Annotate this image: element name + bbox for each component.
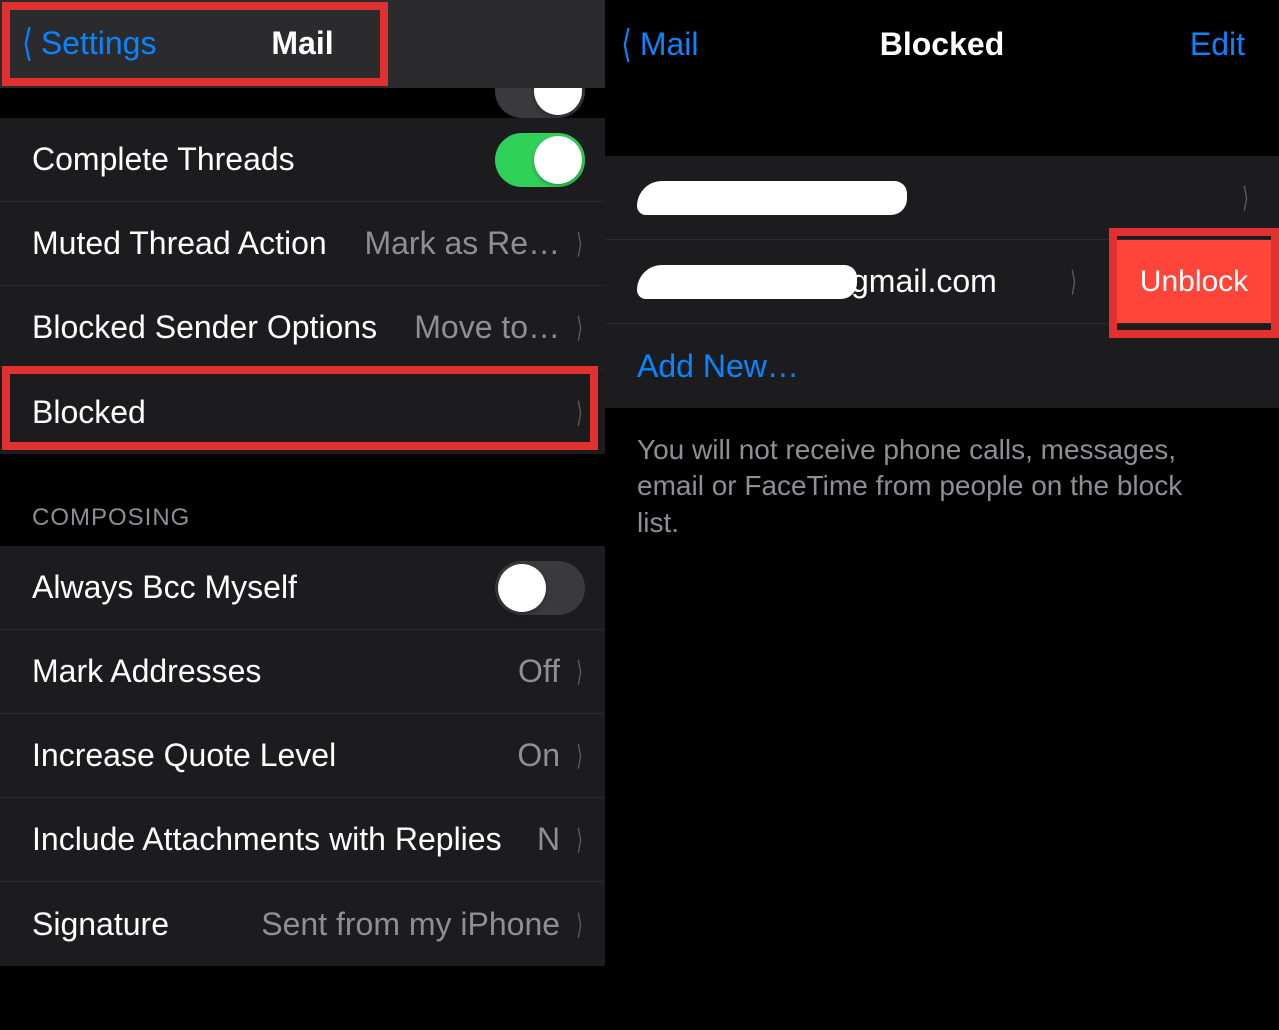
edit-button[interactable]: Edit <box>1190 26 1265 63</box>
chevron-right-icon: ⟩ <box>576 823 583 856</box>
row-muted-thread-action[interactable]: Muted Thread Action Mark as Re… ⟩ <box>0 202 605 286</box>
row-blocked[interactable]: Blocked ⟩ <box>0 370 605 454</box>
row-mark-addresses[interactable]: Mark Addresses Off ⟩ <box>0 630 605 714</box>
chevron-left-icon: ⟨ <box>22 21 32 66</box>
redacted-text <box>637 181 907 215</box>
redacted-text <box>637 265 857 299</box>
section-header-composing: COMPOSING <box>0 454 605 546</box>
blocked-contact-row[interactable]: ⟩ <box>605 156 1279 240</box>
value: Move to… <box>414 309 560 346</box>
chevron-right-icon: ⟩ <box>576 655 583 688</box>
chevron-right-icon: ⟩ <box>1070 265 1077 298</box>
toggle-always-bcc[interactable] <box>495 561 585 615</box>
label: Muted Thread Action <box>32 225 327 262</box>
back-settings[interactable]: ⟨ Settings <box>20 21 156 66</box>
page-title-mail: Mail <box>271 25 333 62</box>
label: Always Bcc Myself <box>32 569 297 606</box>
row-increase-quote-level[interactable]: Increase Quote Level On ⟩ <box>0 714 605 798</box>
label: Increase Quote Level <box>32 737 336 774</box>
row-always-bcc[interactable]: Always Bcc Myself <box>0 546 605 630</box>
page-title-blocked: Blocked <box>880 26 1004 63</box>
row-blocked-sender-options[interactable]: Blocked Sender Options Move to… ⟩ <box>0 286 605 370</box>
chevron-right-icon: ⟩ <box>576 396 583 429</box>
chevron-right-icon: ⟩ <box>576 227 583 260</box>
label: Blocked Sender Options <box>32 309 377 346</box>
back-label: Mail <box>640 26 699 63</box>
back-mail[interactable]: ⟨ Mail <box>619 22 699 67</box>
label: Include Attachments with Replies <box>32 821 502 858</box>
toggle-complete-threads[interactable] <box>495 133 585 187</box>
blocked-contact-row-swiped[interactable]: gmail.com ⟩ Unblock <box>605 240 1279 324</box>
label: Signature <box>32 906 169 943</box>
chevron-right-icon: ⟩ <box>576 311 583 344</box>
label: Mark Addresses <box>32 653 261 690</box>
value: On <box>517 737 560 774</box>
chevron-left-icon: ⟨ <box>621 22 631 67</box>
label: Blocked <box>32 394 146 431</box>
partial-toggle[interactable] <box>495 88 585 118</box>
chevron-right-icon: ⟩ <box>576 908 583 941</box>
value: N <box>537 821 560 858</box>
chevron-right-icon: ⟩ <box>576 739 583 772</box>
add-new-button[interactable]: Add New… <box>605 324 1279 408</box>
value: Mark as Re… <box>364 225 560 262</box>
row-signature[interactable]: Signature Sent from my iPhone ⟩ <box>0 882 605 966</box>
unblock-button[interactable]: Unblock <box>1109 240 1279 323</box>
row-include-attachments[interactable]: Include Attachments with Replies N ⟩ <box>0 798 605 882</box>
chevron-right-icon: ⟩ <box>1242 181 1249 214</box>
back-label: Settings <box>41 25 157 62</box>
label: Complete Threads <box>32 141 295 178</box>
footer-note: You will not receive phone calls, messag… <box>605 408 1225 565</box>
row-complete-threads[interactable]: Complete Threads <box>0 118 605 202</box>
email-suffix: gmail.com <box>851 263 997 300</box>
value: Sent from my iPhone <box>261 906 560 943</box>
value: Off <box>518 653 560 690</box>
